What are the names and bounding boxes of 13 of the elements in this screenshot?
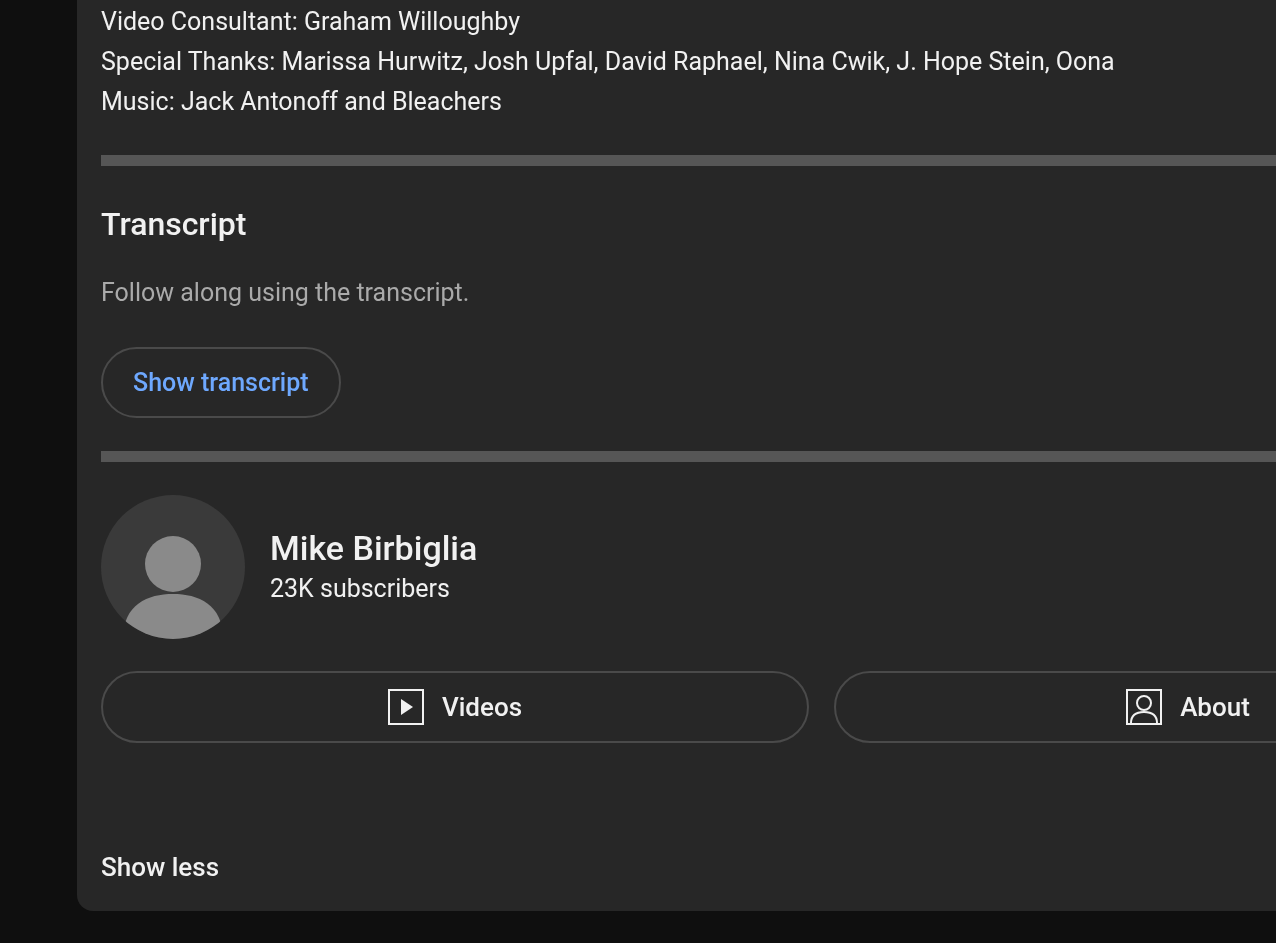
section-title: Transcript [101,204,247,245]
credit-line: Video Consultant: Graham Willoughby [101,6,521,39]
credit-line: Special Thanks: Marissa Hurwitz, Josh Upfal, David Raphael, Nina Cwik, J. Hope Stein, Oona [101,46,1115,79]
person-icon [1126,689,1163,725]
about-button[interactable]: About [834,671,1276,743]
show-less-button[interactable]: Show less [101,847,219,887]
videos-button[interactable]: Videos [101,671,809,743]
channel-name[interactable]: Mike Birbiglia [270,526,478,570]
show-transcript-button[interactable]: Show transcript [101,347,341,418]
play-icon [387,689,424,725]
section-subtitle: Follow along using the transcript. [101,277,470,310]
subscriber-count: 23K subscribers [270,573,451,605]
credit-line: Music: Jack Antonoff and Bleachers [101,86,502,119]
